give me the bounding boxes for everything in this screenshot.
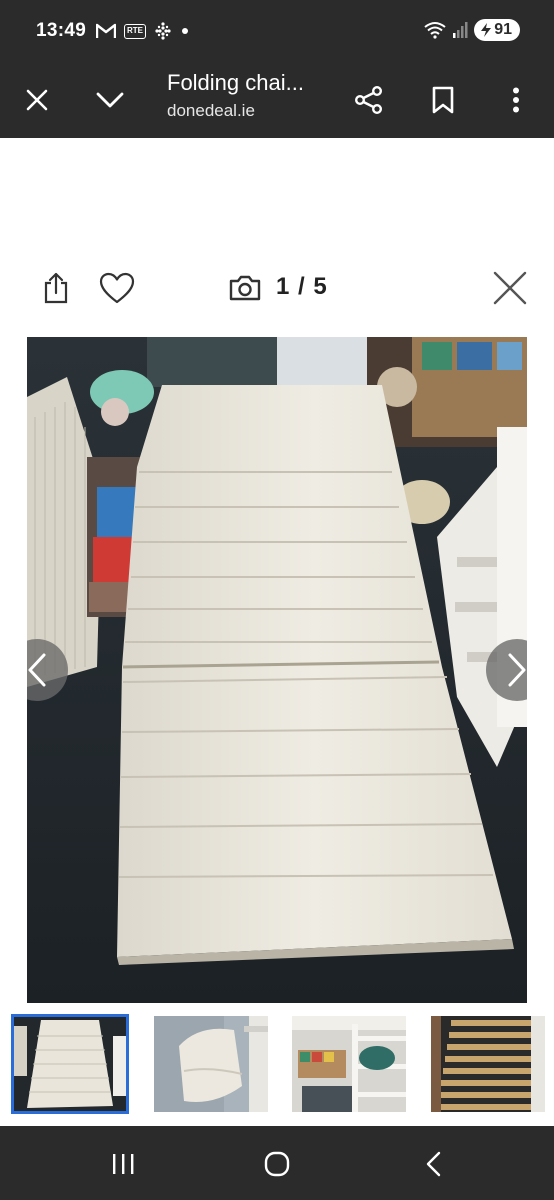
share-button[interactable] bbox=[347, 78, 391, 122]
close-gallery-button[interactable] bbox=[490, 268, 530, 308]
close-icon bbox=[26, 89, 48, 111]
thumbnail-4[interactable] bbox=[431, 1016, 545, 1112]
more-vert-icon bbox=[513, 87, 519, 113]
back-icon bbox=[426, 1151, 441, 1177]
recents-button[interactable] bbox=[103, 1146, 143, 1182]
status-time: 13:49 bbox=[36, 20, 87, 41]
thumbnail-mattress-image bbox=[13, 1016, 127, 1112]
chevron-right-icon bbox=[508, 653, 526, 687]
thumbnail-bed-image bbox=[292, 1016, 406, 1112]
photos-indicator bbox=[226, 270, 264, 306]
dot-icon bbox=[182, 28, 188, 34]
back-button[interactable] bbox=[413, 1146, 453, 1182]
gmail-icon bbox=[96, 23, 116, 38]
wifi-icon bbox=[424, 22, 446, 39]
thumbnail-chair-image bbox=[154, 1016, 268, 1112]
share-photo-button[interactable] bbox=[38, 268, 74, 308]
chevron-left-icon bbox=[28, 653, 46, 687]
thumbnail-slats-image bbox=[431, 1016, 545, 1112]
app-bar: Folding chai... donedeal.ie bbox=[0, 62, 554, 138]
close-button[interactable] bbox=[15, 78, 59, 122]
favourite-button[interactable] bbox=[96, 268, 138, 308]
thumbnail-2[interactable] bbox=[154, 1016, 268, 1112]
page-domain: donedeal.ie bbox=[167, 101, 255, 120]
system-icons: 91 bbox=[424, 19, 520, 41]
rte-icon: RTE bbox=[124, 23, 146, 39]
mattress-photo bbox=[27, 337, 527, 1003]
share-upload-icon bbox=[44, 272, 68, 304]
gallery-toolbar: 1 / 5 bbox=[0, 258, 554, 318]
battery-icon: 91 bbox=[474, 19, 520, 41]
grid-dots-icon bbox=[155, 22, 171, 40]
more-options-button[interactable] bbox=[494, 78, 538, 122]
recents-icon bbox=[113, 1154, 134, 1174]
system-nav-bar bbox=[0, 1126, 554, 1200]
home-button[interactable] bbox=[257, 1146, 297, 1182]
signal-icon bbox=[453, 22, 468, 38]
bookmark-icon bbox=[432, 86, 454, 114]
chevron-down-icon bbox=[96, 92, 124, 108]
thumbnail-strip bbox=[0, 1014, 554, 1114]
minimize-button[interactable] bbox=[88, 78, 132, 122]
thumbnail-3[interactable] bbox=[292, 1016, 406, 1112]
camera-icon bbox=[229, 275, 261, 301]
main-photo[interactable] bbox=[27, 337, 527, 1003]
notification-icons: RTE bbox=[96, 22, 188, 40]
status-bar: 13:49 RTE 91 bbox=[0, 0, 554, 62]
bookmark-button[interactable] bbox=[421, 78, 465, 122]
heart-icon bbox=[99, 272, 135, 304]
page-title: Folding chai... bbox=[167, 70, 304, 95]
share-icon bbox=[355, 86, 383, 115]
thumbnail-1[interactable] bbox=[11, 1014, 129, 1114]
battery-level: 91 bbox=[494, 21, 512, 38]
photo-counter: 1 / 5 bbox=[276, 273, 328, 300]
home-icon bbox=[264, 1151, 290, 1177]
close-icon bbox=[493, 271, 527, 305]
